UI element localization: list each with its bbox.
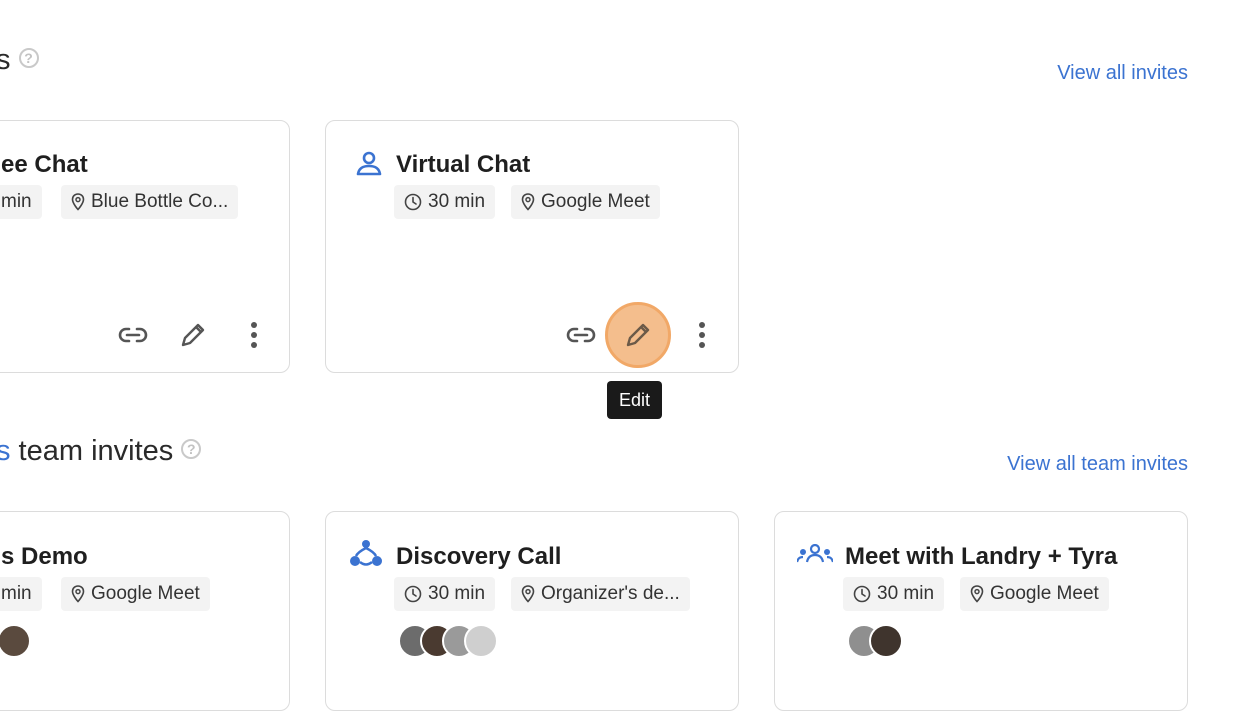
pencil-icon	[626, 323, 650, 347]
invite-card[interactable]: Virtual Chat 30 min Google Meet	[325, 120, 739, 373]
link-icon	[118, 327, 148, 343]
duration-chip: 30 min	[394, 577, 496, 611]
location-chip: Google Meet	[61, 577, 210, 611]
card-title: Meet with Landry + Tyra	[845, 543, 1118, 570]
card-title: Virtual Chat	[396, 151, 531, 178]
duration-text: 30 min	[877, 583, 935, 604]
location-text: Google Meet	[91, 583, 200, 604]
location-text: Google Meet	[541, 191, 650, 212]
person-icon	[356, 151, 382, 176]
duration-text: min	[1, 191, 32, 212]
location-text: Google Meet	[990, 583, 1099, 604]
card-title: s Demo	[1, 543, 88, 570]
more-options-button[interactable]	[232, 313, 276, 357]
team-invite-card[interactable]: s Demo min Google Meet	[0, 511, 290, 711]
more-vertical-icon	[251, 322, 257, 348]
avatar	[869, 624, 903, 658]
location-chip: Organizer's de...	[511, 577, 690, 611]
link-icon	[566, 327, 596, 343]
duration-chip: 30 min	[394, 185, 496, 219]
location-chip: Google Meet	[511, 185, 660, 219]
location-pin-icon	[970, 585, 984, 603]
location-text: Blue Bottle Co...	[91, 191, 229, 212]
clock-icon	[853, 585, 871, 603]
invite-card[interactable]: ee Chat min Blue Bottle Co...	[0, 120, 290, 373]
duration-chip: min	[0, 577, 42, 611]
duration-text: 30 min	[428, 191, 486, 212]
copy-link-button[interactable]	[111, 313, 155, 357]
pencil-icon	[181, 323, 205, 347]
section-title-invites: s?	[0, 44, 39, 77]
clock-icon	[404, 585, 422, 603]
clock-icon	[404, 193, 422, 211]
view-all-invites-link[interactable]: View all invites	[1057, 62, 1188, 85]
section-title-text: s	[0, 44, 11, 76]
avatar	[464, 624, 498, 658]
section-title-accent[interactable]: s	[0, 435, 11, 467]
location-pin-icon	[71, 193, 85, 211]
location-pin-icon	[71, 585, 85, 603]
location-chip: Google Meet	[960, 577, 1109, 611]
avatar	[0, 624, 31, 658]
more-vertical-icon	[699, 322, 705, 348]
group-icon	[797, 544, 833, 563]
edit-tooltip: Edit	[607, 381, 663, 419]
location-chip: Blue Bottle Co...	[61, 185, 239, 219]
duration-text: 30 min	[428, 583, 486, 604]
location-pin-icon	[521, 193, 535, 211]
view-all-team-invites-link[interactable]: View all team invites	[1007, 453, 1188, 476]
member-avatars	[847, 624, 903, 658]
card-title: Discovery Call	[396, 543, 562, 570]
section-title-team-invites: s team invites?	[0, 435, 202, 468]
help-icon[interactable]: ?	[18, 48, 39, 68]
team-logo-icon	[350, 540, 382, 566]
team-invite-card[interactable]: Discovery Call 30 min Organizer's de...	[325, 511, 739, 711]
edit-button[interactable]	[605, 302, 671, 368]
member-avatars	[398, 624, 498, 658]
edit-button[interactable]	[171, 313, 215, 357]
duration-text: min	[1, 583, 32, 604]
duration-chip: 30 min	[843, 577, 945, 611]
duration-chip: min	[0, 185, 42, 219]
location-text: Organizer's de...	[541, 583, 680, 604]
location-pin-icon	[521, 585, 535, 603]
more-options-button[interactable]	[680, 313, 724, 357]
help-icon[interactable]: ?	[181, 439, 202, 459]
card-title: ee Chat	[1, 151, 88, 178]
copy-link-button[interactable]	[559, 313, 603, 357]
member-avatars	[0, 624, 31, 658]
team-invite-card[interactable]: Meet with Landry + Tyra 30 min Google Me…	[774, 511, 1188, 711]
section-title-text: team invites	[10, 435, 174, 467]
